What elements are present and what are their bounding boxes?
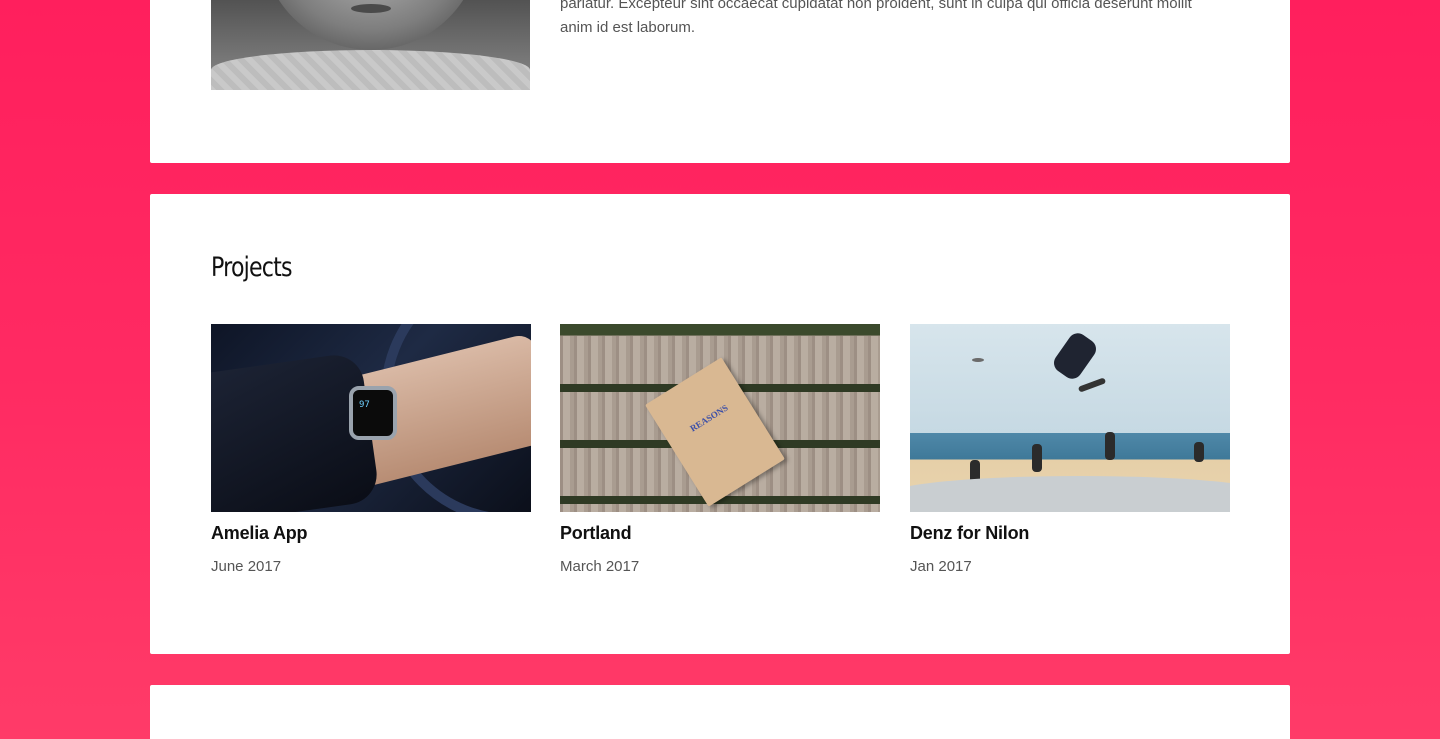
projects-title: Projects <box>211 252 293 283</box>
skater-shape <box>1050 329 1100 383</box>
project-thumbnail-watch[interactable]: 97 <box>211 324 531 512</box>
project-thumbnail-skatepark[interactable] <box>910 324 1230 512</box>
profile-photo-shirt <box>211 50 530 90</box>
project-date: March 2017 <box>560 558 640 575</box>
person-shape <box>1105 432 1115 460</box>
paper-bag-text: REASONS <box>688 402 730 434</box>
about-card: pariatur. Excepteur sint occaecat cupida… <box>150 0 1290 163</box>
about-bio-line-1: pariatur. Excepteur sint occaecat cupida… <box>560 0 1192 12</box>
project-date: Jan 2017 <box>910 558 972 575</box>
next-section-card <box>150 685 1290 739</box>
smartwatch-shape <box>349 386 397 440</box>
project-thumbnail-bench[interactable]: REASONS <box>560 324 880 512</box>
person-shape <box>1032 444 1042 472</box>
seagull-shape <box>972 358 984 362</box>
projects-card: Projects 97 Amelia App June 2017 REASONS… <box>150 194 1290 654</box>
about-bio-line-2: anim id est laborum. <box>560 19 696 36</box>
about-bio: pariatur. Excepteur sint occaecat cupida… <box>560 0 1240 40</box>
project-name[interactable]: Portland <box>560 523 880 544</box>
project-card-amelia-app[interactable]: 97 Amelia App June 2017 <box>211 324 531 575</box>
project-name[interactable]: Amelia App <box>211 523 531 544</box>
bench-plank <box>560 504 880 512</box>
skateboard-shape <box>1077 377 1107 393</box>
profile-photo <box>211 0 530 90</box>
project-card-denz-for-nilon[interactable]: Denz for Nilon Jan 2017 <box>910 324 1230 575</box>
profile-photo-lips <box>351 4 391 13</box>
project-card-portland[interactable]: REASONS Portland March 2017 <box>560 324 880 575</box>
project-name[interactable]: Denz for Nilon <box>910 523 1230 544</box>
project-date: June 2017 <box>211 558 282 575</box>
smartwatch-screen-text: 97 <box>359 400 370 410</box>
person-shape <box>1194 442 1204 462</box>
skate-ramp-shape <box>910 476 1230 512</box>
